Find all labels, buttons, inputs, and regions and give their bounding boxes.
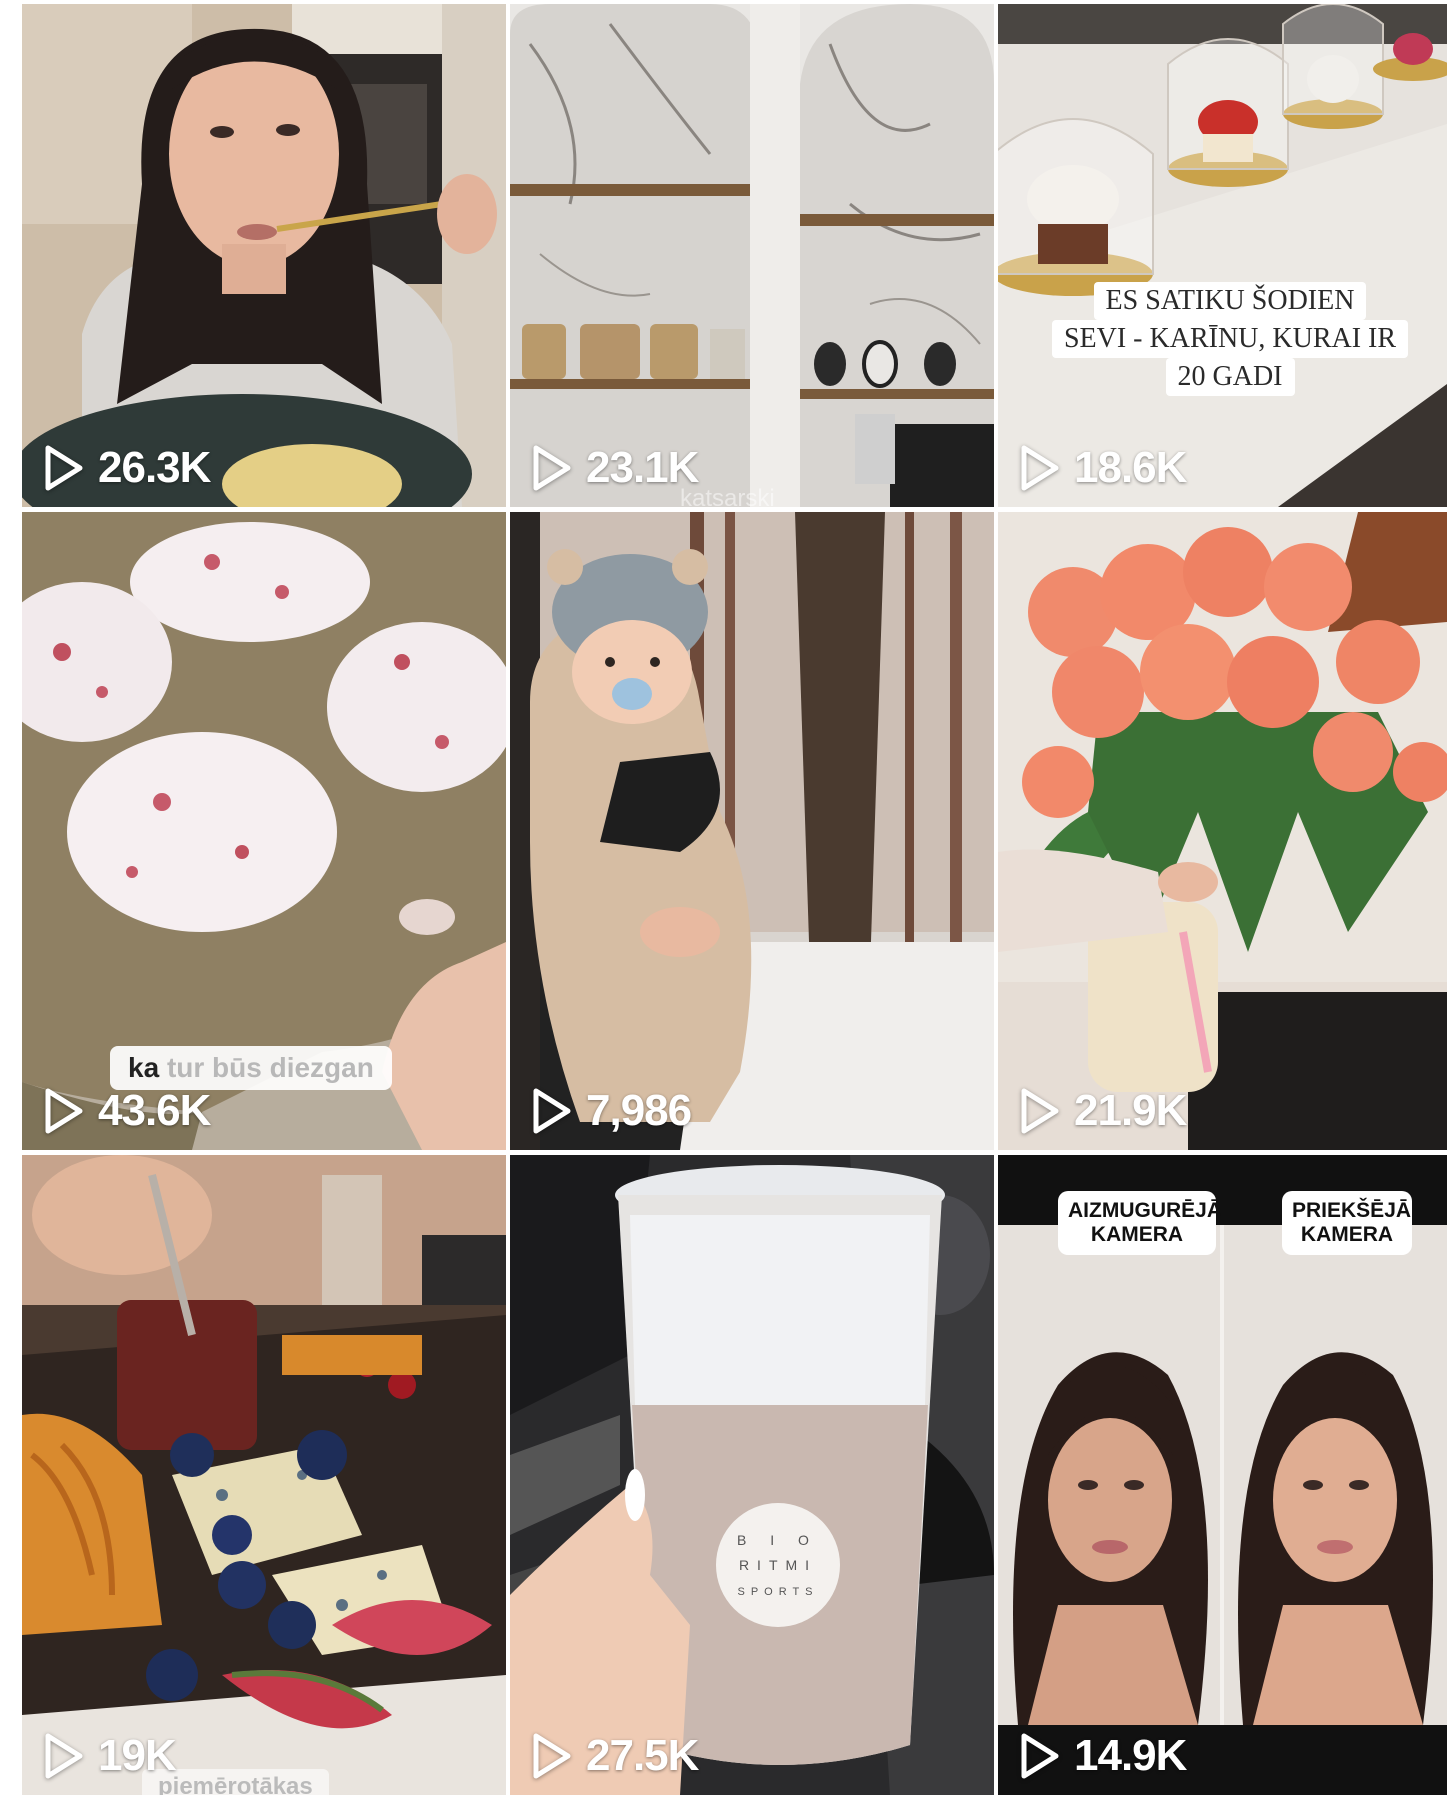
thumbnail-protein-shake: B I O RITMI SPORTS: [510, 1155, 994, 1795]
play-icon: [533, 1733, 571, 1779]
video-thumbnail-4[interactable]: ka tur būs diezgan 43.6K: [22, 512, 506, 1150]
thumbnail-marble-shelves: [510, 4, 994, 507]
thumbnail-woman-eating: [22, 4, 506, 507]
video-thumbnail-5[interactable]: 7,986: [510, 512, 994, 1150]
play-icon: [45, 445, 83, 491]
view-count: 27.5K: [530, 1731, 699, 1781]
caption-line-2: SEVI - KARĪNU, KURAI IR: [1051, 320, 1409, 358]
view-count-text: 19K: [98, 1731, 177, 1780]
play-icon: [533, 1088, 571, 1134]
view-count: 43.6K: [42, 1086, 211, 1136]
tile-caption: ES SATIKU ŠODIEN SEVI - KARĪNU, KURAI IR…: [1040, 282, 1420, 396]
view-count: 26.3K: [42, 443, 211, 493]
thumbnail-cheese-board: [22, 1155, 506, 1795]
play-icon: [1021, 1088, 1059, 1134]
play-icon: [1021, 445, 1059, 491]
video-thumbnail-3[interactable]: ES SATIKU ŠODIEN SEVI - KARĪNU, KURAI IR…: [998, 4, 1447, 507]
view-count-text: 43.6K: [98, 1086, 211, 1135]
thumbnail-baby-snow-forest: [510, 512, 994, 1150]
view-count: 7,986: [530, 1086, 692, 1136]
play-icon: [45, 1088, 83, 1134]
play-icon: [533, 445, 571, 491]
view-count: 23.1K: [530, 443, 699, 493]
video-grid: 26.3K katsarski 23.1K ES SATIKU ŠODIEN S…: [22, 4, 1447, 1797]
view-count: 18.6K: [1018, 443, 1187, 493]
caption-line-3: 20 GADI: [1165, 358, 1295, 396]
view-count: 21.9K: [1018, 1086, 1187, 1136]
svg-text:RITMI: RITMI: [739, 1557, 817, 1573]
caption-line-1: ES SATIKU ŠODIEN: [1093, 282, 1367, 320]
thumbnail-orange-roses: [998, 512, 1447, 1150]
svg-text:SPORTS: SPORTS: [737, 1586, 818, 1598]
video-thumbnail-8[interactable]: B I O RITMI SPORTS 27.5K: [510, 1155, 994, 1795]
view-count-text: 23.1K: [586, 443, 699, 492]
view-count-text: 27.5K: [586, 1731, 699, 1780]
play-icon: [1021, 1733, 1059, 1779]
video-thumbnail-7[interactable]: piemērotākas 19K: [22, 1155, 506, 1795]
svg-text:B I O: B I O: [737, 1532, 819, 1548]
view-count: 14.9K: [1018, 1731, 1187, 1781]
view-count-text: 21.9K: [1074, 1086, 1187, 1135]
video-thumbnail-1[interactable]: 26.3K: [22, 4, 506, 507]
video-thumbnail-9[interactable]: AIZMUGURĒJĀ KAMERA PRIEKŠĒJĀ KAMERA 14.9…: [998, 1155, 1447, 1795]
label-rear-camera: AIZMUGURĒJĀ KAMERA: [1058, 1191, 1222, 1255]
view-count-text: 18.6K: [1074, 443, 1187, 492]
view-count: 19K: [42, 1731, 177, 1781]
view-count-text: 7,986: [586, 1086, 692, 1135]
video-thumbnail-2[interactable]: katsarski 23.1K: [510, 4, 994, 507]
view-count-text: 26.3K: [98, 443, 211, 492]
video-thumbnail-6[interactable]: 21.9K: [998, 512, 1447, 1150]
view-count-text: 14.9K: [1074, 1731, 1187, 1780]
caption-part-2: tur būs diezgan: [166, 1052, 374, 1083]
play-icon: [45, 1733, 83, 1779]
label-front-camera: PRIEKŠĒJĀ KAMERA: [1282, 1191, 1412, 1255]
tile-caption: ka tur būs diezgan: [110, 1046, 392, 1090]
thumbnail-cake-domes: [998, 4, 1447, 507]
caption-part-1: ka: [128, 1052, 160, 1083]
